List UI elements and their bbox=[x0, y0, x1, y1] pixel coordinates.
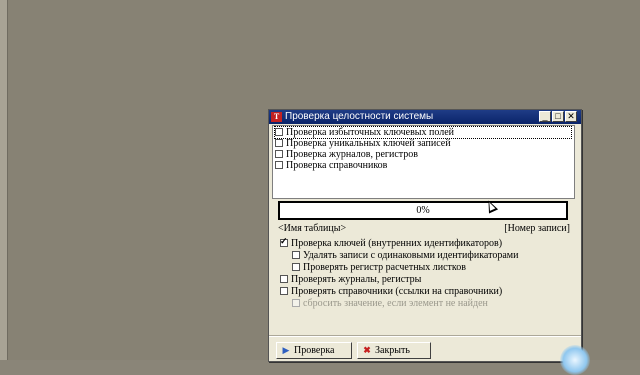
close-button-label: Закрыть bbox=[375, 345, 410, 356]
check-list[interactable]: Проверка избыточных ключевых полей Прове… bbox=[272, 125, 575, 199]
checkbox[interactable] bbox=[292, 251, 300, 259]
option-label: Проверять справочники (ссылки на справоч… bbox=[291, 286, 503, 297]
check-button[interactable]: ▶ Проверка bbox=[276, 342, 352, 359]
progress-bar: 0% bbox=[278, 201, 568, 220]
option-label: сбросить значение, если элемент не найде… bbox=[303, 298, 488, 309]
list-item[interactable]: Проверка справочников bbox=[275, 160, 387, 171]
table-name-label: <Имя таблицы> bbox=[278, 223, 347, 234]
checkbox[interactable] bbox=[280, 287, 288, 295]
checkbox[interactable] bbox=[280, 236, 288, 247]
list-item[interactable]: Проверка уникальных ключей записей bbox=[275, 138, 451, 149]
option-label: Удалять записи с одинаковыми идентификат… bbox=[303, 250, 519, 261]
checkbox[interactable] bbox=[292, 263, 300, 271]
option-check-payslips[interactable]: Проверять регистр расчетных листков bbox=[292, 262, 466, 273]
checkbox[interactable] bbox=[275, 150, 283, 158]
option-label: Проверять журналы, регистры bbox=[291, 274, 422, 285]
option-reset-value: сбросить значение, если элемент не найде… bbox=[292, 298, 488, 309]
close-x-icon: ✖ bbox=[363, 345, 371, 355]
integrity-check-window: Т Проверка целостности системы _ □ ✕ Про… bbox=[268, 109, 582, 362]
window-title: Проверка целостности системы bbox=[285, 111, 434, 122]
option-check-keys[interactable]: Проверка ключей (внутренних идентификато… bbox=[280, 236, 503, 249]
progress-text: 0% bbox=[416, 205, 430, 216]
record-number-label: [Номер записи] bbox=[504, 223, 570, 234]
option-check-references[interactable]: Проверять справочники (ссылки на справоч… bbox=[280, 286, 502, 297]
title-bar[interactable]: Т Проверка целостности системы _ □ ✕ bbox=[269, 110, 581, 124]
maximize-button[interactable]: □ bbox=[552, 111, 564, 122]
checkbox[interactable] bbox=[275, 128, 283, 136]
checkbox[interactable] bbox=[275, 161, 283, 169]
option-label: Проверять регистр расчетных листков bbox=[303, 262, 466, 273]
minimize-button[interactable]: _ bbox=[539, 111, 551, 122]
option-delete-duplicates[interactable]: Удалять записи с одинаковыми идентификат… bbox=[292, 250, 518, 261]
option-label: Проверка ключей (внутренних идентификато… bbox=[291, 238, 503, 249]
list-item[interactable]: Проверка журналов, регистров bbox=[275, 149, 418, 160]
checkbox bbox=[292, 299, 300, 307]
list-item-label: Проверка уникальных ключей записей bbox=[286, 138, 451, 149]
list-item-label: Проверка избыточных ключевых полей bbox=[286, 127, 455, 138]
glow-indicator bbox=[560, 345, 590, 375]
checkbox[interactable] bbox=[280, 275, 288, 283]
list-item[interactable]: Проверка избыточных ключевых полей bbox=[274, 126, 572, 139]
play-icon: ▶ bbox=[282, 345, 290, 355]
close-window-button[interactable]: ✕ bbox=[565, 111, 577, 122]
separator bbox=[269, 335, 581, 337]
option-check-journals[interactable]: Проверять журналы, регистры bbox=[280, 274, 421, 285]
close-button[interactable]: ✖ Закрыть bbox=[357, 342, 431, 359]
check-button-label: Проверка bbox=[294, 345, 335, 356]
list-item-label: Проверка справочников bbox=[286, 160, 388, 171]
left-window-edge bbox=[0, 0, 8, 360]
app-logo-icon: Т bbox=[271, 112, 282, 122]
list-item-label: Проверка журналов, регистров bbox=[286, 149, 419, 160]
checkbox[interactable] bbox=[275, 139, 283, 147]
